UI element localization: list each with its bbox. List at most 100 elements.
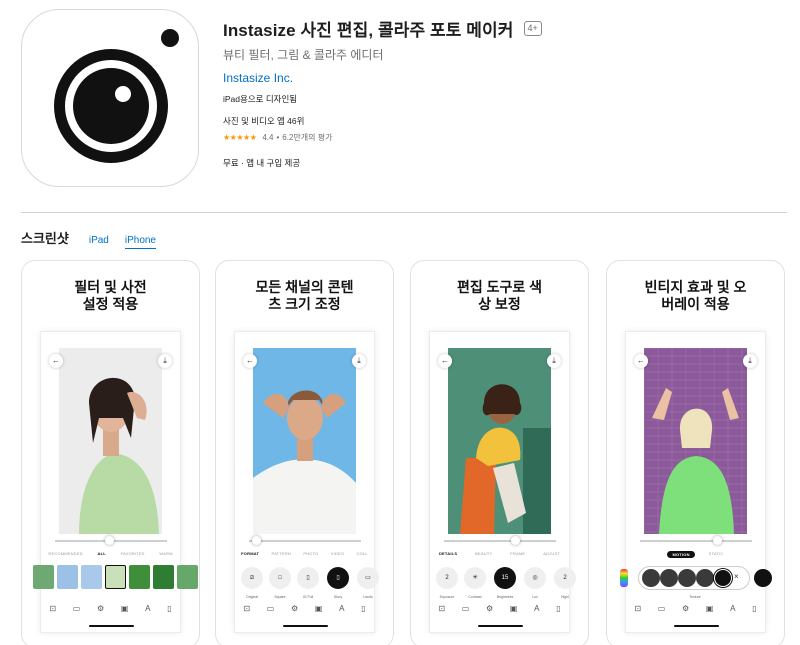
square-format-icon[interactable]: □	[269, 567, 291, 589]
menu-item[interactable]: STATIC	[709, 551, 724, 558]
slider-knob[interactable]	[105, 536, 115, 545]
menu-item[interactable]: FORMAT	[241, 551, 259, 556]
intensity-slider[interactable]	[55, 536, 167, 545]
tab-ipad[interactable]: iPad	[89, 235, 109, 248]
tool-label: Lux	[532, 595, 538, 599]
adjust-icon[interactable]: ⚙	[291, 604, 298, 613]
texture-swatch[interactable]	[678, 569, 696, 587]
bottom-toolbar: ⊡ ▭ ⚙ ▣ A ▯	[235, 604, 374, 613]
texture-swatch[interactable]	[660, 569, 678, 587]
story-format-icon[interactable]: ▯	[327, 567, 349, 589]
crop-icon[interactable]: ⊡	[634, 604, 641, 613]
filter-thumb[interactable]	[129, 565, 150, 589]
texture-swatch[interactable]	[642, 569, 660, 587]
slider-knob[interactable]	[511, 536, 521, 545]
landscape-format-icon[interactable]: ▭	[357, 567, 379, 589]
text-icon[interactable]: A	[145, 604, 150, 613]
download-icon[interactable]: ⤓	[743, 354, 757, 368]
menu-item[interactable]: BEAUTY	[475, 551, 492, 556]
back-arrow-icon[interactable]: ←	[634, 354, 648, 368]
more-icon[interactable]: ▯	[556, 604, 560, 613]
screenshot-card-4[interactable]: 빈티지 효과 및 오 버레이 적용 ← ⤓ MOTION STATIC × Te…	[606, 260, 785, 645]
overlay-icon[interactable]: ▣	[706, 604, 714, 613]
adjust-icon[interactable]: ⚙	[486, 604, 493, 613]
download-icon[interactable]: ⤓	[547, 354, 561, 368]
original-format-icon[interactable]: ⧄	[241, 567, 263, 589]
photo-woman-portrait	[59, 348, 162, 534]
overlay-icon[interactable]: ▣	[510, 604, 518, 613]
phone-mockup: ← ⤓ MOTION STATIC × Texture ⊡ ▭ ⚙ ▣ A ▯	[620, 331, 772, 633]
menu-item[interactable]: MOTION	[667, 551, 695, 558]
back-arrow-icon[interactable]: ←	[438, 354, 452, 368]
text-icon[interactable]: A	[534, 604, 539, 613]
menu-item[interactable]: DETAILS	[439, 551, 457, 556]
screenshot-card-1[interactable]: 필터 및 사전 설정 적용 ← ⤓ RECOMMENDED ALL FAVORI…	[21, 260, 200, 645]
menu-item[interactable]: PATTERN	[272, 551, 291, 556]
filter-icon[interactable]: ▭	[658, 604, 666, 613]
slider-knob[interactable]	[252, 536, 262, 545]
menu-item[interactable]: FRAME	[510, 551, 525, 556]
contrast-icon[interactable]: ✳	[464, 567, 486, 589]
menu-item[interactable]: PHOTO	[303, 551, 318, 556]
filter-icon[interactable]: ▭	[73, 604, 81, 613]
text-icon[interactable]: A	[730, 604, 735, 613]
filter-thumb-selected[interactable]	[105, 565, 126, 589]
phone-mockup: ← ⤓ DETAILS BEAUTY FRAME ADJUST 2 ✳ 15 ◎…	[429, 331, 576, 633]
filter-thumb[interactable]	[153, 565, 174, 589]
back-arrow-icon[interactable]: ←	[49, 354, 63, 368]
highlights-tool[interactable]: 2	[554, 567, 576, 589]
tab-iphone[interactable]: iPhone	[124, 235, 156, 249]
text-icon[interactable]: A	[339, 604, 344, 613]
tool-label: Highl	[561, 595, 569, 599]
phone-mockup: ← ⤓ RECOMMENDED ALL FAVORITES WARM ⊡ ▭ ⚙…	[33, 331, 198, 633]
texture-swatch-selected[interactable]	[714, 569, 732, 587]
texture-swatch[interactable]	[696, 569, 714, 587]
menu-item[interactable]: COLL	[357, 551, 368, 556]
app-title: Instasize 사진 편집, 콜라주 포토 메이커	[223, 20, 514, 40]
filter-thumb[interactable]	[81, 565, 102, 589]
adjust-slider[interactable]	[444, 536, 556, 545]
filter-icon[interactable]: ▭	[267, 604, 275, 613]
filter-icon[interactable]: ▭	[462, 604, 470, 613]
screenshot-card-3[interactable]: 편집 도구로 색 상 보정 ← ⤓ DETAILS BEAUTY FRAME A…	[410, 260, 589, 645]
edit-category-row: DETAILS BEAUTY FRAME ADJUST	[430, 551, 569, 556]
menu-item[interactable]: ADJUST	[543, 551, 560, 556]
lux-icon[interactable]: ◎	[524, 567, 546, 589]
color-swatch[interactable]	[620, 569, 628, 587]
brightness-tool[interactable]: 15	[494, 567, 516, 589]
tool-label: Story	[333, 595, 343, 599]
menu-item[interactable]: VIDEO	[331, 551, 344, 556]
exposure-tool[interactable]: 2	[436, 567, 458, 589]
card-title: 필터 및 사전 설정 적용	[74, 279, 147, 312]
filter-thumb[interactable]	[57, 565, 78, 589]
download-icon[interactable]: ⤓	[158, 354, 172, 368]
overlay-icon[interactable]: ▣	[121, 604, 129, 613]
menu-item[interactable]: WARM	[159, 551, 172, 556]
crop-icon[interactable]: ⊡	[438, 604, 445, 613]
bottom-toolbar: ⊡ ▭ ⚙ ▣ A ▯	[430, 604, 569, 613]
overlay-icon[interactable]: ▣	[315, 604, 323, 613]
menu-item[interactable]: FAVORITES	[121, 551, 145, 556]
more-icon[interactable]: ▯	[361, 604, 365, 613]
ig-full-format-icon[interactable]: ▯	[297, 567, 319, 589]
resize-slider[interactable]	[249, 536, 361, 545]
slider-knob[interactable]	[712, 536, 722, 545]
filter-thumb[interactable]	[177, 565, 198, 589]
crop-icon[interactable]: ⊡	[49, 604, 56, 613]
adjust-icon[interactable]: ⚙	[97, 604, 104, 613]
more-icon[interactable]: ▯	[167, 604, 171, 613]
filter-thumb[interactable]	[33, 565, 54, 589]
adjust-icon[interactable]: ⚙	[682, 604, 689, 613]
screenshot-card-2[interactable]: 모든 채널의 콘텐 츠 크기 조정 ← ⤓ FORMAT PATTERN PHO…	[215, 260, 394, 645]
more-icon[interactable]: ▯	[752, 604, 756, 613]
menu-item[interactable]: ALL	[98, 551, 106, 556]
back-arrow-icon[interactable]: ←	[243, 354, 257, 368]
crop-icon[interactable]: ⊡	[243, 604, 250, 613]
home-indicator	[89, 625, 134, 627]
texture-swatch[interactable]	[754, 569, 772, 587]
menu-item[interactable]: RECOMMENDED	[48, 551, 82, 556]
overlay-slider[interactable]	[640, 536, 752, 545]
download-icon[interactable]: ⤓	[352, 354, 366, 368]
developer-link[interactable]: Instasize Inc.	[223, 71, 293, 85]
close-icon[interactable]: ×	[734, 572, 739, 581]
